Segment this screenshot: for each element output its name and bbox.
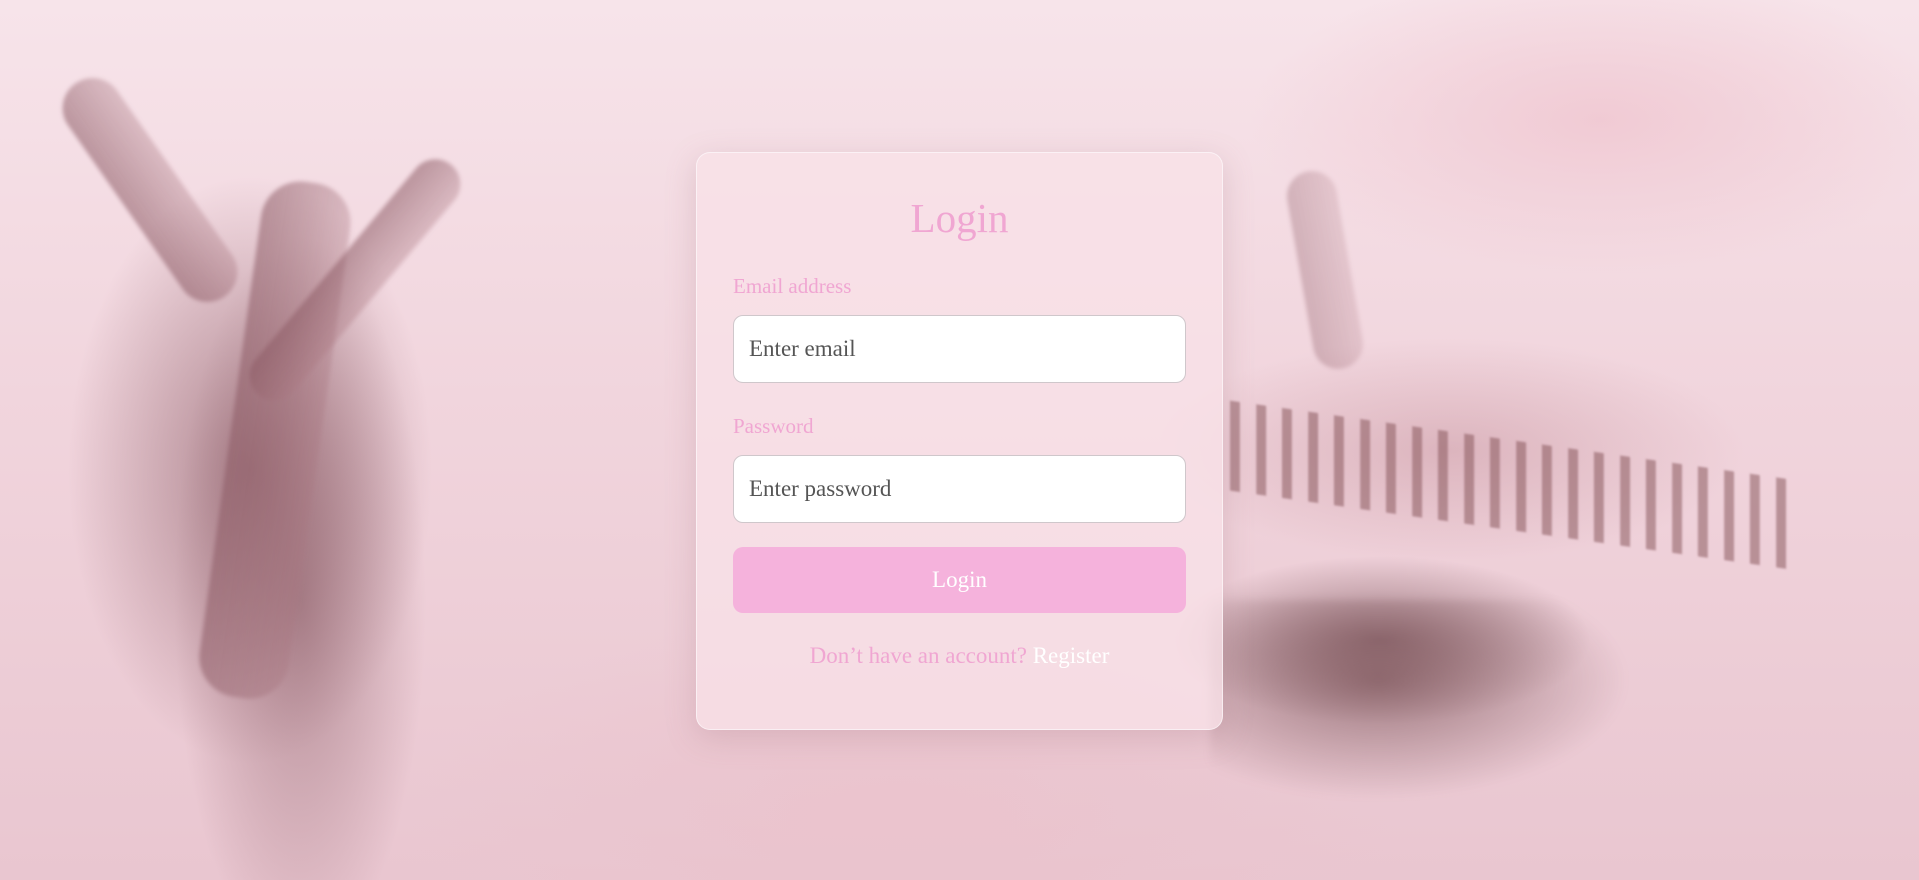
password-input[interactable] xyxy=(733,455,1186,523)
register-prompt: Don’t have an account? Register xyxy=(733,643,1186,669)
wooden-fence xyxy=(1230,400,1790,570)
email-label: Email address xyxy=(733,274,852,298)
password-label: Password xyxy=(733,414,814,438)
login-button[interactable]: Login xyxy=(733,547,1186,613)
tree-trunk-right xyxy=(1283,167,1367,373)
register-prompt-text: Don’t have an account? xyxy=(809,643,1027,668)
login-title: Login xyxy=(910,195,1009,241)
tree-branch-left xyxy=(50,66,250,314)
email-input[interactable] xyxy=(733,315,1186,383)
login-card: Login Email address Password Login Don’t… xyxy=(696,152,1223,730)
stream xyxy=(1210,600,1630,800)
register-link[interactable]: Register xyxy=(1033,643,1110,668)
